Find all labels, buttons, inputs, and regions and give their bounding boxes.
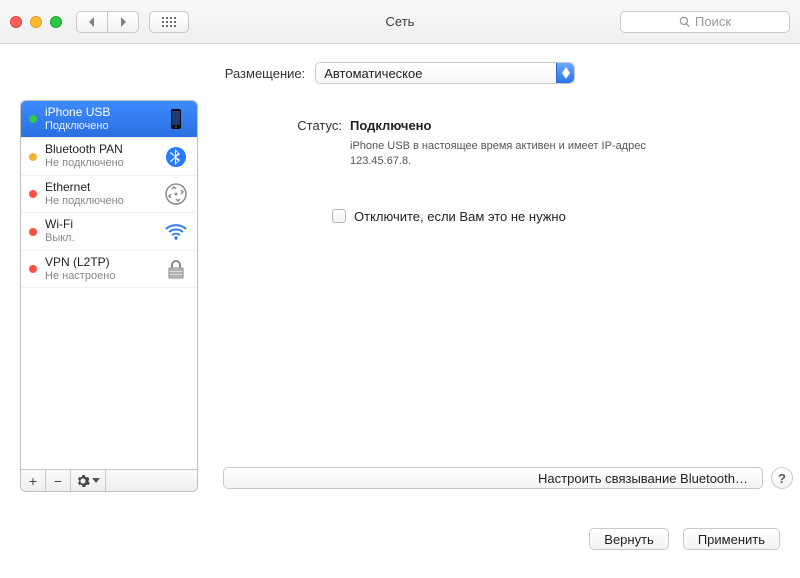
status-indicator-icon <box>29 153 37 161</box>
bluetooth-icon <box>163 144 189 170</box>
status-indicator-icon <box>29 190 37 198</box>
service-name: Wi-Fi <box>45 218 155 232</box>
service-name: Bluetooth PAN <box>45 143 155 157</box>
location-label: Размещение: <box>225 66 306 81</box>
location-select[interactable]: Автоматическое <box>315 62 575 84</box>
grid-icon <box>162 17 176 27</box>
location-row: Размещение: Автоматическое <box>0 62 800 84</box>
service-name: iPhone USB <box>45 106 155 120</box>
service-iphone-usb[interactable]: iPhone USB Подключено <box>21 101 197 138</box>
titlebar: Сеть Поиск <box>0 0 800 44</box>
search-input[interactable]: Поиск <box>620 11 790 33</box>
chevron-right-icon <box>118 16 128 28</box>
sidebar-footer: + − <box>21 469 197 491</box>
services-sidebar: iPhone USB Подключено Bluetooth PAN Не п… <box>20 100 198 492</box>
window-title: Сеть <box>386 14 415 29</box>
additional-btn[interactable]: Настроить связывание Bluetooth… <box>223 467 763 489</box>
service-name: Ethernet <box>45 181 155 195</box>
wifi-icon <box>163 219 189 245</box>
service-vpn[interactable]: VPN (L2TP) Не настроено <box>21 251 197 288</box>
service-status: Не настроено <box>45 270 155 283</box>
apply-button-label: Применить <box>698 532 765 547</box>
services-list: iPhone USB Подключено Bluetooth PAN Не п… <box>21 101 197 469</box>
revert-button-label: Вернуть <box>604 532 654 547</box>
service-detail: Статус: Подключено iPhone USB в настояще… <box>222 100 780 492</box>
status-label: Статус: <box>222 118 342 133</box>
service-status: Выкл. <box>45 232 155 245</box>
status-indicator-icon <box>29 228 37 236</box>
forward-button[interactable] <box>107 12 138 32</box>
additional-btn-label: Настроить связывание Bluetooth… <box>538 471 748 486</box>
gear-icon <box>76 474 90 488</box>
close-window-button[interactable] <box>10 16 22 28</box>
ethernet-icon <box>163 181 189 207</box>
service-wifi[interactable]: Wi-Fi Выкл. <box>21 213 197 250</box>
status-value: Подключено <box>350 118 431 133</box>
disable-checkbox[interactable] <box>332 209 346 223</box>
vpn-lock-icon <box>163 256 189 282</box>
back-button[interactable] <box>77 12 107 32</box>
select-stepper-icon <box>556 63 574 83</box>
remove-service-button[interactable]: − <box>46 470 71 491</box>
iphone-icon <box>163 106 189 132</box>
service-bluetooth-pan[interactable]: Bluetooth PAN Не подключено <box>21 138 197 175</box>
chevron-left-icon <box>87 16 97 28</box>
service-actions-button[interactable] <box>71 470 106 491</box>
search-icon <box>679 16 691 28</box>
apply-button[interactable]: Применить <box>683 528 780 550</box>
show-all-button[interactable] <box>149 11 189 33</box>
disable-checkbox-label: Отключите, если Вам это не нужно <box>354 209 566 224</box>
status-indicator-icon <box>29 265 37 273</box>
search-placeholder: Поиск <box>695 14 731 29</box>
service-ethernet[interactable]: Ethernet Не подключено <box>21 176 197 213</box>
status-description: iPhone USB в настоящее время активен и и… <box>350 139 710 169</box>
revert-button[interactable]: Вернуть <box>589 528 669 550</box>
minimize-window-button[interactable] <box>30 16 42 28</box>
service-status: Не подключено <box>45 157 155 170</box>
status-indicator-icon <box>29 115 37 123</box>
location-value: Автоматическое <box>324 66 422 81</box>
help-button[interactable]: ? <box>771 467 793 489</box>
zoom-window-button[interactable] <box>50 16 62 28</box>
service-status: Не подключено <box>45 195 155 208</box>
service-status: Подключено <box>45 120 155 133</box>
chevron-down-icon <box>92 478 100 483</box>
service-name: VPN (L2TP) <box>45 256 155 270</box>
nav-back-forward <box>76 11 139 33</box>
add-service-button[interactable]: + <box>21 470 46 491</box>
window-controls <box>10 16 62 28</box>
